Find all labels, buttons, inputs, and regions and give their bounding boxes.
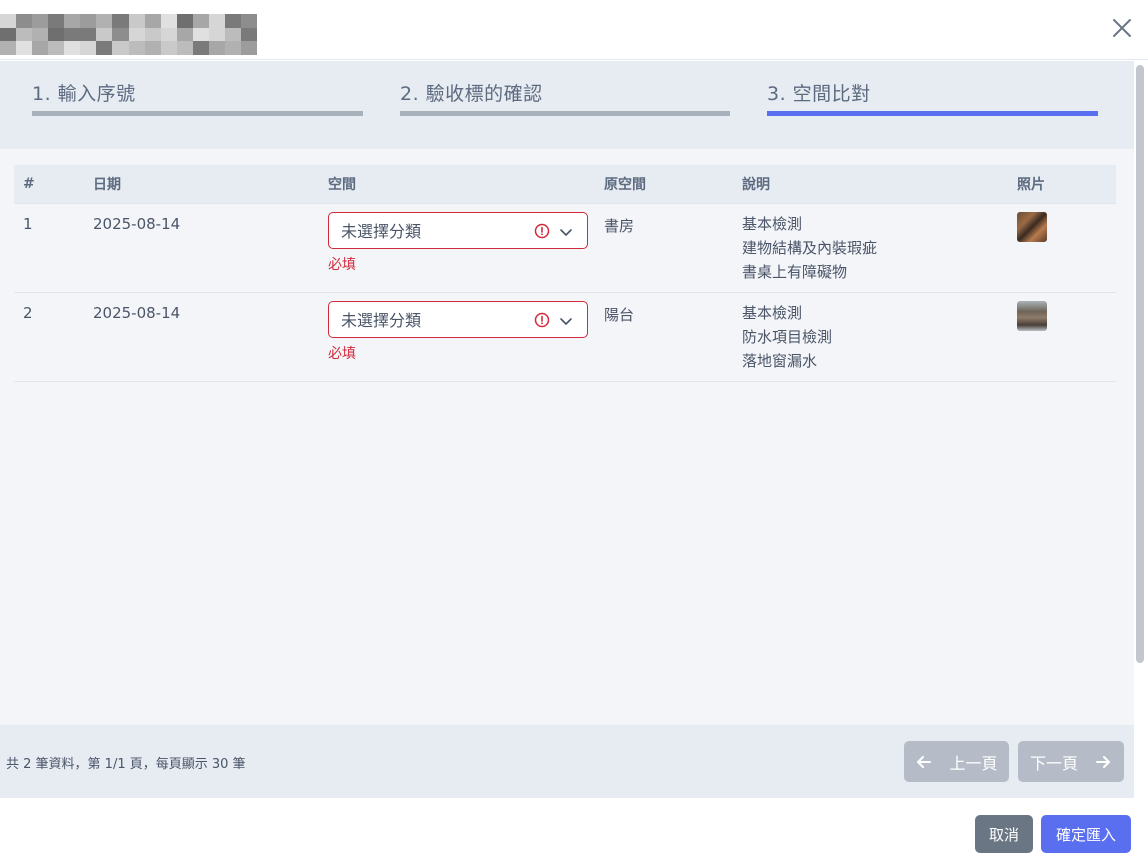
column-header-space: 空間 [328,176,356,193]
logo [0,14,257,55]
pagination-summary: 共 2 筆資料，第 1/1 頁，每頁顯示 30 筆 [6,757,246,772]
photo-thumbnail[interactable] [1017,211,1047,242]
step-progress-bar [32,111,363,116]
table-header-row: # 日期 空間 原空間 說明 照片 [14,165,1116,203]
step-label: 1. 輸入序號 [32,83,136,105]
row-original-space: 書房 [604,216,635,235]
row-description: 基本檢測 建物結構及內裝瑕疵 書桌上有障礙物 [733,203,1008,292]
step-3: 3. 空間比對 [767,79,1098,119]
step-label: 2. 驗收標的確認 [400,83,543,105]
required-error-text: 必填 [328,256,356,273]
column-header-original-space: 原空間 [604,176,646,193]
row-date: 2025-08-14 [93,214,181,233]
confirm-import-button[interactable]: 確定匯入 [1041,815,1131,853]
space-select[interactable]: 未選擇分類 [328,211,588,249]
row-original-space: 陽台 [604,305,635,324]
column-header-description: 說明 [742,176,770,193]
row-index: 1 [23,214,33,233]
description-line: 書桌上有障礙物 [742,262,848,281]
description-line: 防水項目檢測 [742,327,833,346]
alert-circle-icon [534,223,550,238]
row-index: 2 [23,303,33,322]
row-photo [1008,292,1116,381]
table-row: 1 2025-08-14 未選擇分類 必填 書房 基本檢測 建物結構及內裝瑕疵 … [14,203,1116,292]
prev-page-button[interactable]: 上一頁 [904,741,1009,782]
row-photo [1008,203,1116,292]
photo-thumbnail[interactable] [1017,300,1047,331]
arrow-right-icon [1096,755,1110,768]
arrow-left-icon [917,755,932,768]
modal-body: 1. 輸入序號 2. 驗收標的確認 3. 空間比對 # 日期 空間 原空間 說明… [0,61,1134,725]
chevron-down-icon [560,228,572,236]
modal-actions: 取消 確定匯入 [0,799,1148,866]
alert-circle-icon [534,312,550,327]
column-header-index: # [23,175,35,192]
cancel-button[interactable]: 取消 [975,815,1033,853]
modal-header [0,0,1148,60]
import-modal: 1. 輸入序號 2. 驗收標的確認 3. 空間比對 # 日期 空間 原空間 說明… [0,0,1148,866]
space-cell: 未選擇分類 必填 [319,203,595,292]
next-page-label: 下一頁 [1029,753,1078,773]
description-line: 建物結構及內裝瑕疵 [742,238,878,257]
row-description: 基本檢測 防水項目檢測 落地窗漏水 [733,292,1008,381]
scrollbar[interactable] [1134,61,1148,725]
table-row: 2 2025-08-14 未選擇分類 必填 陽台 基本檢測 防水項目檢測 落地窗… [14,292,1116,381]
close-button[interactable] [1110,16,1134,40]
step-progress-bar [400,111,730,116]
space-select-value: 未選擇分類 [341,222,422,241]
step-progress-bar [767,111,1098,116]
column-header-photo: 照片 [1017,176,1045,193]
stepper: 1. 輸入序號 2. 驗收標的確認 3. 空間比對 [0,61,1134,149]
step-label: 3. 空間比對 [767,83,871,105]
description-line: 落地窗漏水 [742,351,818,370]
space-select[interactable]: 未選擇分類 [328,300,588,338]
space-cell: 未選擇分類 必填 [319,292,595,381]
scrollbar-thumb[interactable] [1136,65,1144,663]
space-mapping-table: # 日期 空間 原空間 說明 照片 1 2025-08-14 未選擇分類 必填 … [14,165,1116,382]
step-2: 2. 驗收標的確認 [400,79,730,119]
chevron-down-icon [560,317,572,325]
space-select-value: 未選擇分類 [341,311,422,330]
description-line: 基本檢測 [742,214,803,233]
step-1: 1. 輸入序號 [32,79,363,119]
close-icon [1113,19,1131,37]
prev-page-label: 上一頁 [949,753,998,773]
next-page-button[interactable]: 下一頁 [1018,741,1124,782]
row-date: 2025-08-14 [93,303,181,322]
pagination-bar: 共 2 筆資料，第 1/1 頁，每頁顯示 30 筆 上一頁 下一頁 [0,725,1134,798]
required-error-text: 必填 [328,345,356,362]
column-header-date: 日期 [93,176,121,193]
description-line: 基本檢測 [742,303,803,322]
